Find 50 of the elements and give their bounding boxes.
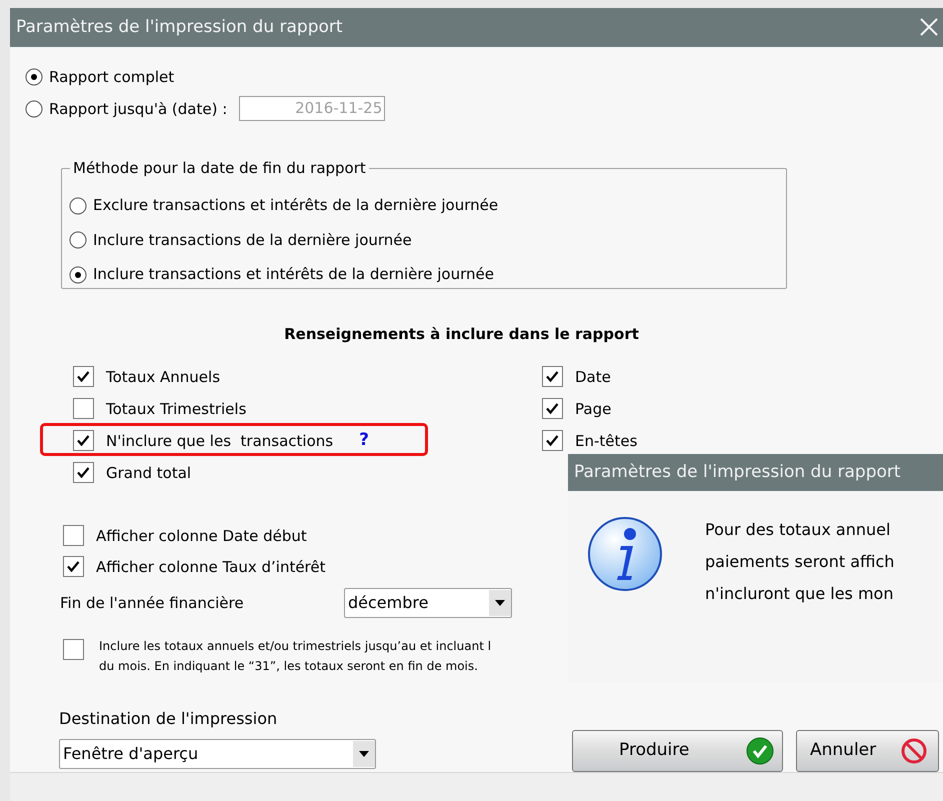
checkbox-label: Page [575, 398, 612, 420]
month-dropdown[interactable]: décembre [344, 588, 512, 618]
close-icon[interactable] [919, 17, 939, 38]
info-icon [587, 516, 663, 592]
radio-button[interactable] [69, 266, 87, 284]
note-text: Inclure les totaux annuels et/ou trimestriels jusqu’au et incluant l du mois. En indiquant le “31”, les totaux seront en fin de mois. [99, 638, 492, 675]
checkbox[interactable] [73, 430, 94, 452]
radio-button[interactable] [69, 231, 87, 250]
option-label: Inclure transactions de la dernière journée [93, 230, 412, 251]
checkbox-label: Totaux Annuels [106, 366, 220, 388]
field-label: Destination de l'impression [59, 708, 278, 728]
checkbox[interactable] [542, 366, 563, 388]
group-label: Méthode pour la date de fin du rapport [70, 158, 369, 178]
destination-dropdown[interactable]: Fenêtre d'aperçu [59, 738, 376, 769]
help-link[interactable]: ? [359, 428, 369, 454]
option-label: Inclure transactions et intérêts de la dernière journée [93, 264, 494, 286]
checkbox-label: Date [575, 366, 611, 388]
checkbox[interactable] [73, 398, 94, 420]
cancel-button[interactable]: Annuler [796, 730, 939, 772]
message-line: Pour des totaux annuel [705, 518, 892, 541]
message-line: n'incluront que les mon [705, 582, 894, 605]
checkbox-label: Grand total [106, 462, 192, 484]
checkbox[interactable] [542, 430, 563, 452]
checkbox[interactable] [73, 366, 94, 388]
prohibited-icon [900, 736, 928, 765]
produce-button[interactable]: Produire [572, 730, 783, 772]
section-heading: Renseignements à inclure dans le rapport [284, 324, 639, 346]
checkbox-label: Totaux Trimestriels [106, 398, 246, 420]
dialog-title: Paramètres de l'impression du rapport [574, 460, 901, 484]
checkbox-label: Afficher colonne Date début [96, 526, 307, 547]
checkbox[interactable] [73, 462, 94, 484]
checkbox-label: Afficher colonne Taux d’intérêt [96, 556, 326, 578]
checkbox[interactable] [542, 398, 563, 420]
checkbox-label: En-têtes [575, 430, 638, 452]
radio-button[interactable] [25, 100, 43, 118]
checkbox[interactable] [63, 525, 84, 546]
check-circle-icon [746, 736, 774, 765]
caret-icon [353, 740, 375, 767]
option-label: Exclure transactions et intérêts de la dernière journée [93, 195, 498, 216]
radio-button[interactable] [69, 196, 87, 215]
message-line: paiements seront affich [705, 550, 894, 573]
checkbox[interactable] [63, 638, 84, 660]
option-label: Rapport jusqu'à (date) : [49, 98, 228, 120]
window-title: Paramètres de l'impression du rapport [16, 16, 343, 39]
checkbox[interactable] [63, 556, 84, 578]
field-label: Fin de l'année financière [60, 592, 245, 614]
checkbox-label: N'inclure que les transactions [106, 430, 334, 452]
option-label: Rapport complet [49, 66, 174, 88]
caret-icon [489, 590, 511, 616]
radio-button[interactable] [25, 68, 43, 86]
